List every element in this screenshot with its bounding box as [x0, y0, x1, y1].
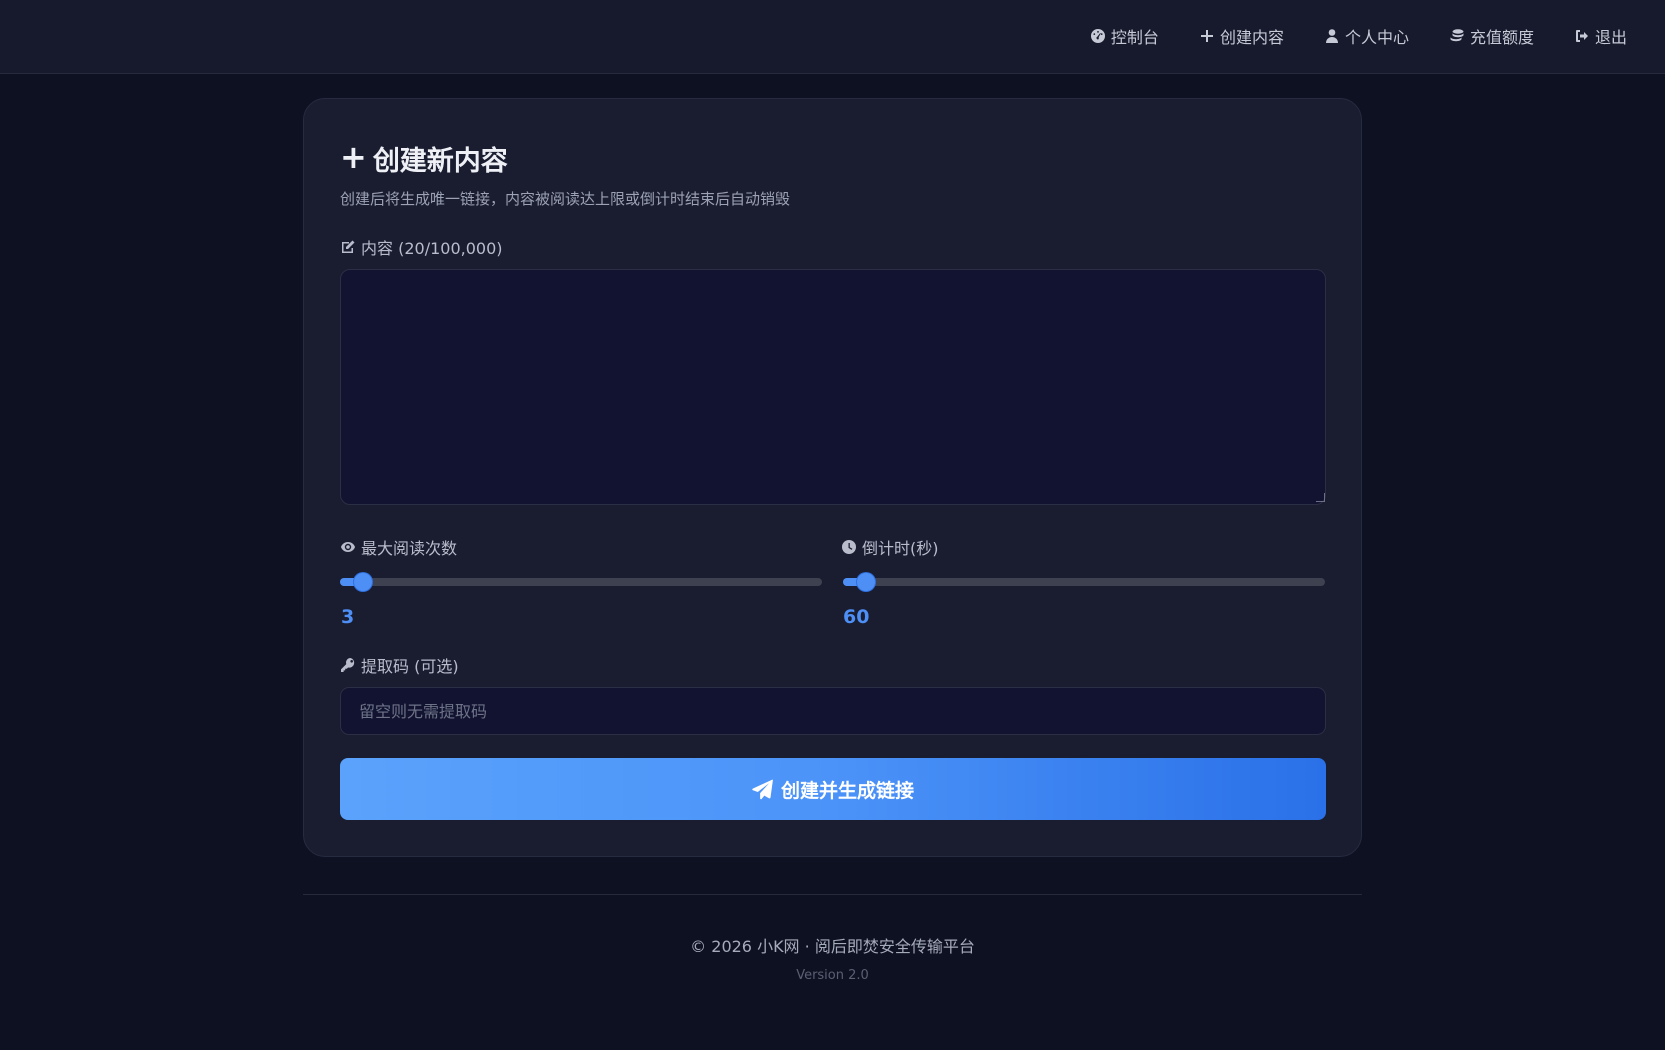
max-reads-value: 3 [341, 606, 355, 628]
nav-label-create: 创建内容 [1219, 28, 1284, 47]
extraction-code-input[interactable] [340, 687, 1326, 735]
nav-item-dashboard[interactable]: 控制台 [1090, 24, 1159, 48]
page-subtitle: 创建后将生成唯一链接，内容被阅读达上限或倒计时结束后自动销毁 [340, 190, 791, 208]
plus-icon [1200, 30, 1213, 42]
nav-label-profile: 个人中心 [1344, 28, 1409, 47]
nav-label-logout: 退出 [1594, 28, 1627, 47]
create-content-card: + 创建新内容 创建后将生成唯一链接，内容被阅读达上限或倒计时结束后自动销毁 内… [303, 98, 1362, 857]
max-reads-slider[interactable] [340, 572, 822, 592]
paper-plane-icon [752, 779, 773, 799]
page-title-text: 创建新内容 [372, 146, 508, 177]
slider-thumb[interactable] [856, 573, 875, 591]
dashboard-icon [1090, 29, 1105, 43]
plus-icon: + [340, 138, 367, 176]
page-title: + 创建新内容 [340, 139, 508, 178]
footer-divider [303, 894, 1362, 895]
top-navbar: 控制台 创建内容 个人中心 充值额度 退出 [0, 0, 1665, 74]
coins-icon [1450, 29, 1464, 42]
clock-icon [842, 540, 856, 554]
content-textarea[interactable] [340, 269, 1326, 505]
nav-label-dashboard: 控制台 [1110, 28, 1159, 47]
countdown-label-text: 倒计时(秒) [862, 539, 939, 558]
key-icon [341, 658, 355, 672]
extraction-code-label: 提取码 (可选) [340, 653, 459, 677]
footer-version: Version 2.0 [796, 968, 869, 983]
countdown-slider[interactable] [843, 572, 1325, 592]
edit-icon [342, 240, 355, 253]
max-reads-label-text: 最大阅读次数 [361, 539, 458, 558]
nav-menu: 控制台 创建内容 个人中心 充值额度 退出 [1090, 0, 1627, 72]
nav-item-create[interactable]: 创建内容 [1199, 24, 1284, 48]
countdown-value: 60 [843, 606, 870, 628]
slider-track [340, 578, 822, 586]
nav-item-logout[interactable]: 退出 [1574, 24, 1627, 48]
textarea-resize-handle[interactable] [1316, 493, 1325, 502]
user-icon [1325, 29, 1338, 43]
footer-copyright: © 2026 小K网 · 阅后即焚安全传输平台 [690, 937, 975, 956]
slider-thumb[interactable] [353, 573, 372, 591]
content-label: 内容 (20/100,000) [340, 235, 503, 259]
eye-icon [341, 542, 355, 552]
content-label-text: 内容 (20/100,000) [361, 239, 503, 258]
nav-label-recharge: 充值额度 [1469, 28, 1534, 47]
slider-track [843, 578, 1325, 586]
extraction-code-label-text: 提取码 (可选) [361, 657, 459, 676]
nav-item-recharge[interactable]: 充值额度 [1449, 24, 1534, 48]
countdown-label: 倒计时(秒) [841, 535, 939, 559]
nav-item-profile[interactable]: 个人中心 [1324, 24, 1409, 48]
create-link-button-label: 创建并生成链接 [780, 779, 914, 802]
create-link-button[interactable]: 创建并生成链接 [340, 758, 1326, 820]
sign-out-icon [1575, 30, 1588, 42]
max-reads-label: 最大阅读次数 [340, 535, 457, 559]
